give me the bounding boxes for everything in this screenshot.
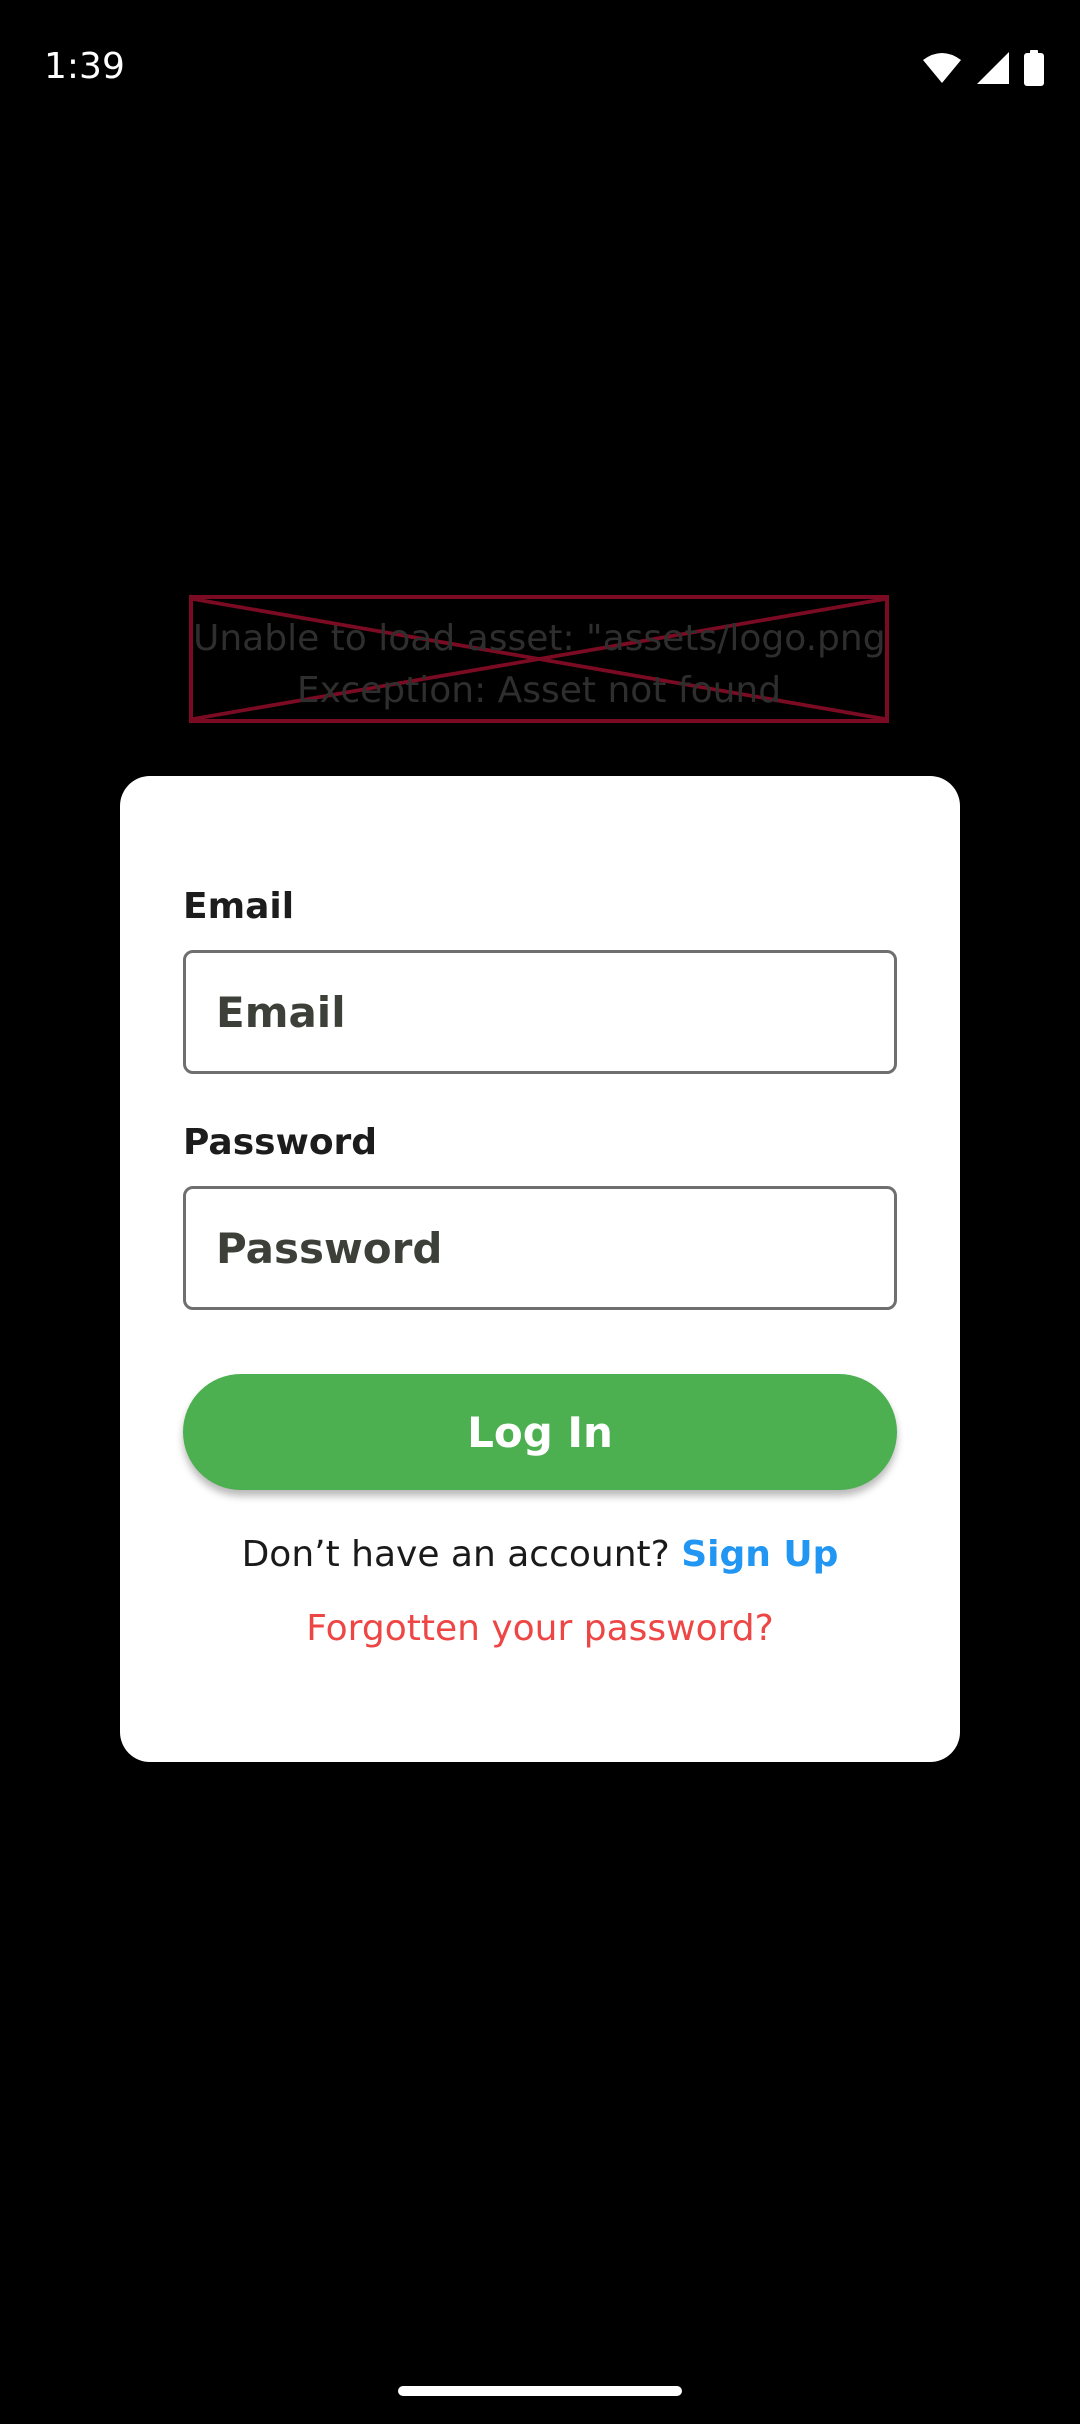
login-button[interactable]: Log In bbox=[183, 1374, 897, 1490]
wifi-icon bbox=[923, 53, 961, 83]
signup-prompt: Don’t have an account? bbox=[241, 1534, 682, 1575]
status-time: 1:39 bbox=[44, 46, 125, 87]
forgot-password-link[interactable]: Forgotten your password? bbox=[120, 1608, 960, 1649]
signup-link[interactable]: Sign Up bbox=[681, 1534, 838, 1575]
asset-error-message: Unable to load asset: "assets/logo.png".… bbox=[193, 613, 885, 717]
asset-error-line-1: Unable to load asset: "assets/logo.png". bbox=[193, 618, 889, 659]
login-card: Email Password Log In Don’t have an acco… bbox=[120, 776, 960, 1762]
password-label: Password bbox=[183, 1122, 378, 1163]
home-indicator[interactable] bbox=[398, 2386, 682, 2396]
email-field-box bbox=[183, 950, 897, 1074]
password-field-box bbox=[183, 1186, 897, 1310]
battery-icon bbox=[1024, 50, 1044, 86]
logo-image-error: Unable to load asset: "assets/logo.png".… bbox=[189, 595, 889, 723]
email-field[interactable] bbox=[186, 953, 894, 1071]
signup-row: Don’t have an account? Sign Up bbox=[120, 1534, 960, 1575]
cellular-signal-icon bbox=[977, 52, 1009, 84]
password-field[interactable] bbox=[186, 1189, 894, 1307]
status-bar: 1:39 bbox=[0, 0, 1080, 140]
status-icons bbox=[922, 50, 1044, 86]
asset-error-line-2: Exception: Asset not found bbox=[296, 670, 782, 711]
email-label: Email bbox=[183, 886, 295, 927]
